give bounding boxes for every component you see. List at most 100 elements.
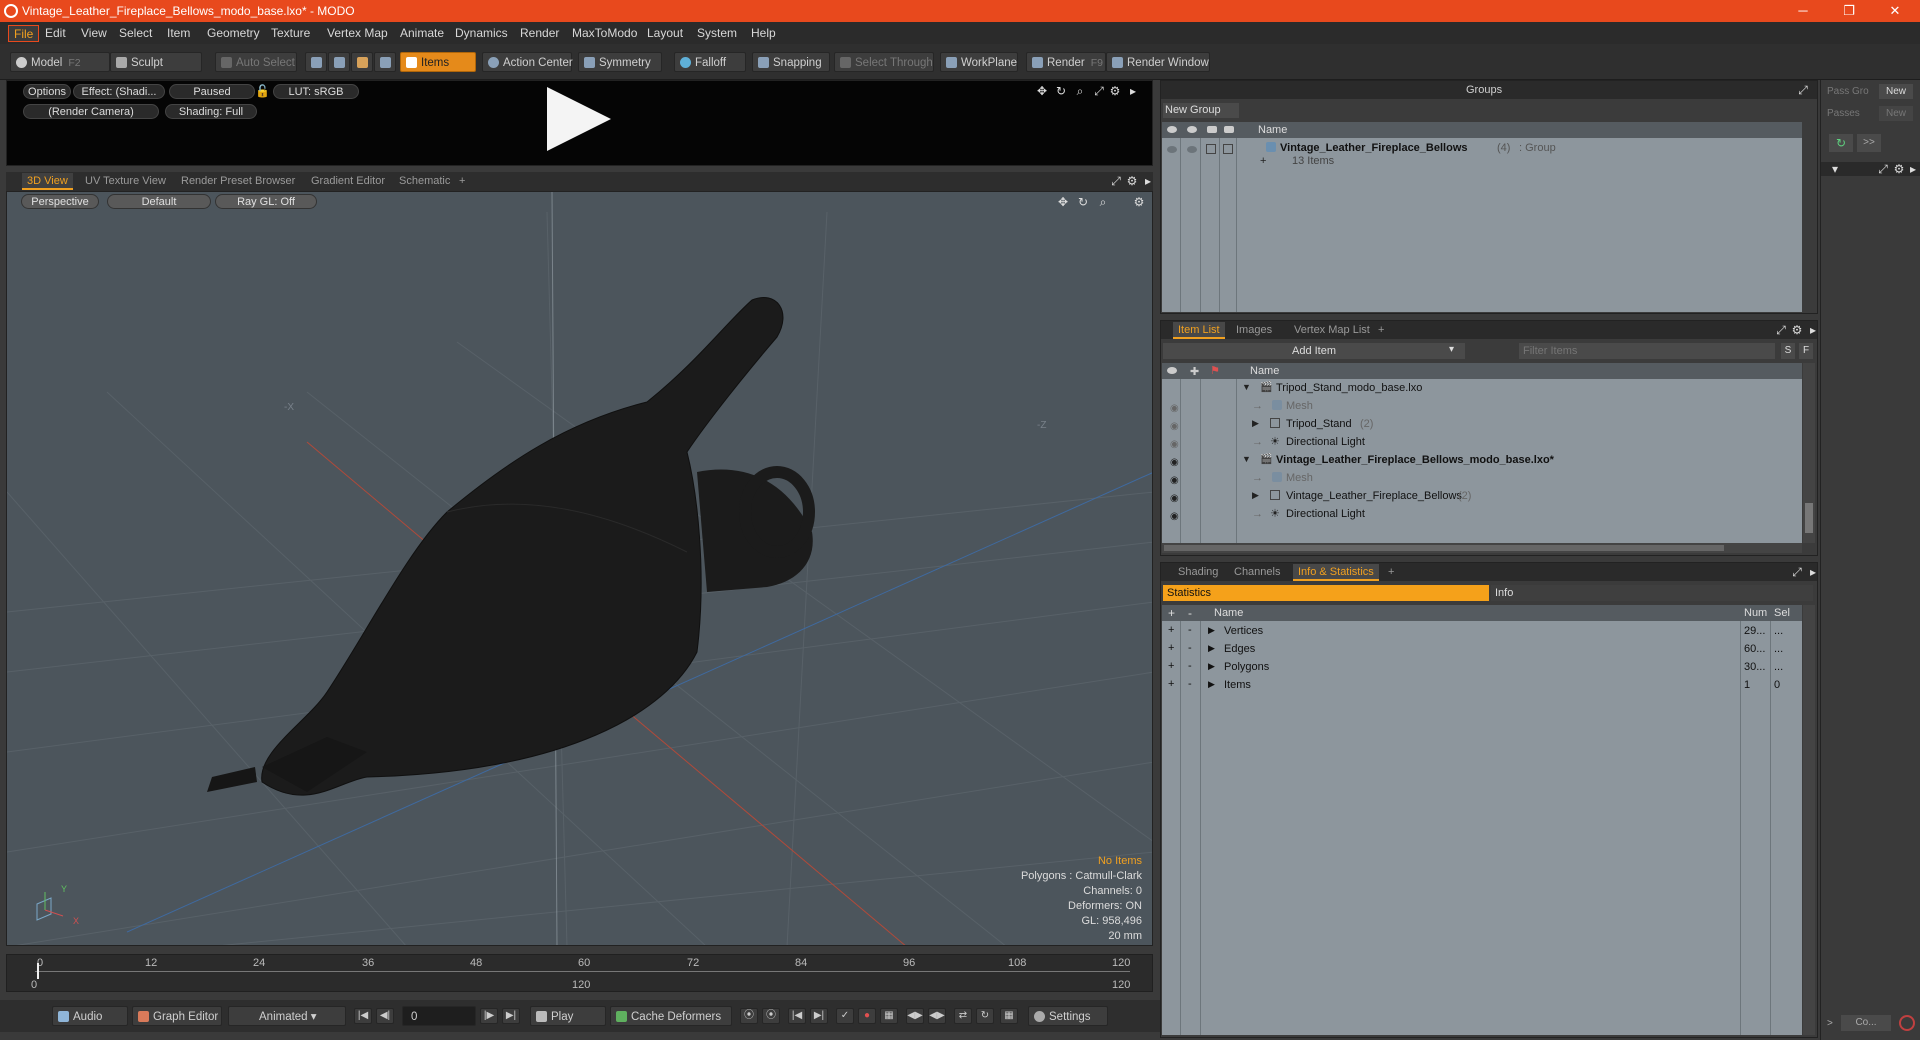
select-through-button[interactable]: Select Through	[834, 52, 934, 72]
list-item[interactable]: ◉ → ☀ Directional Light	[1162, 506, 1802, 524]
menu-layout[interactable]: Layout	[642, 25, 688, 42]
step-forward-button[interactable]: |▶	[480, 1008, 498, 1024]
expand-triangle-icon[interactable]: ▶	[1252, 490, 1259, 501]
expand-icon[interactable]: ⤢	[1877, 163, 1889, 175]
expand-icon[interactable]: ⤢	[1791, 566, 1803, 578]
filter-s-button[interactable]: S	[1781, 343, 1795, 359]
expand-triangle-icon[interactable]: ▶	[1252, 418, 1259, 429]
stats-row[interactable]: + - ▶ Items 1 0	[1162, 677, 1802, 695]
eye-icon[interactable]: ◉	[1170, 475, 1179, 486]
minimize-button[interactable]: ─	[1780, 0, 1826, 22]
perspective-dropdown[interactable]: Perspective	[21, 194, 99, 209]
menu-render[interactable]: Render	[515, 25, 564, 42]
cache-deformers-button[interactable]: Cache Deformers	[610, 1006, 732, 1026]
go-to-end-button[interactable]: ▶|	[502, 1008, 520, 1024]
item-list-scrollbar[interactable]	[1803, 363, 1815, 543]
plus-icon[interactable]: +	[1168, 624, 1174, 636]
tab-render-preset-browser[interactable]: Render Preset Browser	[176, 173, 300, 190]
minus-icon[interactable]: -	[1188, 660, 1192, 672]
default-style-dropdown[interactable]: Default	[107, 194, 211, 209]
edges-mode-button[interactable]	[328, 52, 350, 72]
plus-icon[interactable]: +	[1168, 678, 1174, 690]
menu-texture[interactable]: Texture	[266, 25, 315, 42]
channel-button[interactable]: ▦	[1000, 1008, 1018, 1024]
expand-triangle-icon[interactable]: ▶	[1208, 661, 1215, 672]
render-button[interactable]: Render F9	[1026, 52, 1106, 72]
expand-triangle-icon[interactable]: ▶	[1208, 625, 1215, 636]
scroll-thumb[interactable]	[1805, 503, 1813, 533]
eye-icon[interactable]: ◉	[1170, 421, 1179, 432]
eye-icon[interactable]: ◉	[1170, 439, 1179, 450]
prev-key-button[interactable]: |◀	[788, 1008, 806, 1024]
arrow-right-icon[interactable]: ▸	[1807, 324, 1819, 336]
expand-icon[interactable]: ⤢	[1110, 175, 1122, 187]
lock-icon[interactable]: 🔓	[255, 85, 270, 97]
menu-maxtomodo[interactable]: MaxToModo	[567, 25, 642, 42]
list-item[interactable]: ◉ ▼ 🎬 Vintage_Leather_Fireplace_Bellows_…	[1162, 452, 1802, 470]
list-item[interactable]: ▼ 🎬 Tripod_Stand_modo_base.lxo	[1162, 380, 1802, 398]
settings-button[interactable]: Settings	[1028, 1006, 1108, 1026]
sculpt-mode-button[interactable]: Sculpt	[110, 52, 202, 72]
graph-editor-button[interactable]: Graph Editor	[132, 1006, 222, 1026]
auto-select-button[interactable]: Auto Select	[215, 52, 297, 72]
refresh-icon[interactable]: ↻	[1829, 134, 1853, 152]
arrow-right-icon[interactable]: ▸	[1907, 163, 1919, 175]
tab-info-statistics[interactable]: Info & Statistics	[1293, 564, 1379, 581]
animated-dropdown[interactable]: Animated ▾	[228, 1006, 346, 1026]
list-item[interactable]: ◉ → Mesh	[1162, 398, 1802, 416]
chevron-down-icon[interactable]: ▾	[1449, 344, 1454, 355]
preview-paused-toggle[interactable]: Paused	[169, 84, 255, 99]
chevron-down-icon[interactable]: ▾	[1829, 163, 1841, 175]
render-icon[interactable]	[1187, 146, 1197, 153]
eye-icon[interactable]	[1167, 146, 1177, 153]
action-center-button[interactable]: Action Center	[482, 52, 573, 72]
materials-mode-button[interactable]	[374, 52, 396, 72]
scroll-thumb[interactable]	[1164, 545, 1724, 551]
shading-dropdown[interactable]: Shading: Full	[165, 104, 257, 119]
audio-button[interactable]: Audio	[52, 1006, 128, 1026]
filter-items-input[interactable]	[1519, 343, 1775, 359]
arrow-right-icon[interactable]: ▸	[1127, 85, 1139, 97]
playhead[interactable]	[37, 963, 39, 979]
polygons-mode-button[interactable]	[351, 52, 373, 72]
record-button[interactable]: ●	[858, 1008, 876, 1024]
key-options-button[interactable]: ▦	[880, 1008, 898, 1024]
key-all-button[interactable]: ◀▶	[928, 1008, 946, 1024]
expand-icon[interactable]: ⤢	[1775, 324, 1787, 336]
workplane-button[interactable]: WorkPlane	[940, 52, 1018, 72]
minus-icon[interactable]: -	[1188, 642, 1192, 654]
gear-icon[interactable]: ⚙	[1893, 163, 1905, 175]
falloff-button[interactable]: Falloff	[674, 52, 746, 72]
arrow-right-icon[interactable]: >	[1827, 1018, 1833, 1029]
new-pass-group-button[interactable]: New	[1879, 84, 1913, 99]
list-item[interactable]: ◉ → ☀ Directional Light	[1162, 434, 1802, 452]
arrow-right-icon[interactable]: ▸	[1807, 566, 1819, 578]
step-back-button[interactable]: ◀|	[376, 1008, 394, 1024]
3d-viewport[interactable]: Perspective Default Ray GL: Off ✥ ↻ ⌕ ⚙ …	[6, 191, 1153, 946]
play-button[interactable]: Play	[530, 1006, 606, 1026]
preview-options-button[interactable]: Options	[23, 84, 71, 99]
add-item-button[interactable]: Add Item	[1163, 343, 1465, 359]
expand-icon[interactable]: ⤢	[1093, 85, 1105, 97]
minus-icon[interactable]: -	[1188, 678, 1192, 690]
menu-geometry[interactable]: Geometry	[202, 25, 265, 42]
tab-shading[interactable]: Shading	[1173, 564, 1223, 581]
stats-scrollbar[interactable]	[1803, 605, 1815, 1035]
tab-images[interactable]: Images	[1231, 322, 1277, 339]
gear-icon[interactable]: ⚙	[1133, 196, 1145, 208]
select-checkbox[interactable]	[1223, 144, 1233, 154]
sync-button[interactable]: ⇄	[954, 1008, 972, 1024]
expand-icon[interactable]: ⤢	[1797, 84, 1809, 96]
menu-vertex-map[interactable]: Vertex Map	[322, 25, 393, 42]
stats-row[interactable]: + - ▶ Polygons 30... ...	[1162, 659, 1802, 677]
list-item[interactable]: ◉ ▶ Tripod_Stand (2)	[1162, 416, 1802, 434]
symmetry-button[interactable]: Symmetry	[578, 52, 662, 72]
close-button[interactable]: ✕	[1872, 0, 1918, 22]
eye-icon[interactable]: ◉	[1170, 403, 1179, 414]
render-window-button[interactable]: Render Window	[1106, 52, 1210, 72]
key-tool-2-button[interactable]: ⦿	[762, 1008, 780, 1024]
vertices-mode-button[interactable]	[305, 52, 327, 72]
add-tab-button[interactable]: +	[1373, 322, 1389, 339]
menu-edit[interactable]: Edit	[40, 25, 71, 42]
rotate-view-icon[interactable]: ↻	[1077, 196, 1089, 208]
